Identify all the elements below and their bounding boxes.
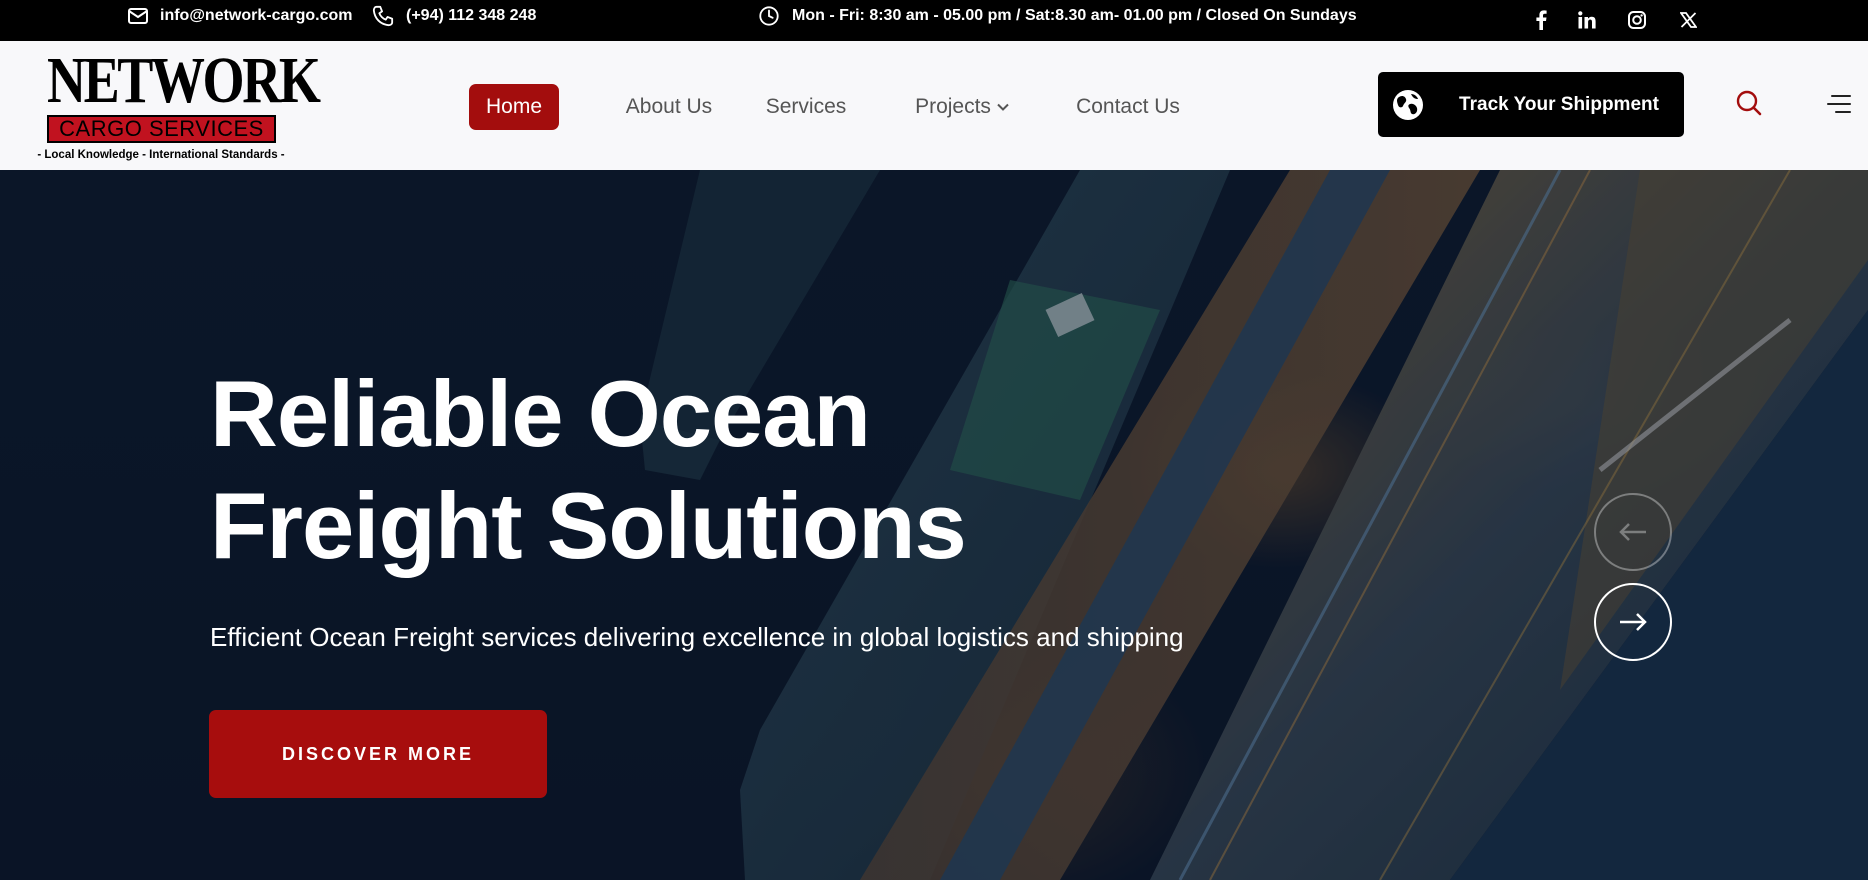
arrow-left-icon (1619, 523, 1646, 541)
topbar-hours-text: Mon - Fri: 8:30 am - 05.00 pm / Sat:8.30… (792, 7, 1357, 24)
topbar-email-text: info@network-cargo.com (160, 7, 353, 24)
nav-projects[interactable]: Projects (907, 84, 1017, 130)
hero-title-line2: Freight Solutions (210, 473, 967, 578)
search-icon[interactable] (1735, 89, 1763, 117)
nav-contact[interactable]: Contact Us (1068, 84, 1188, 130)
top-bar: info@network-cargo.com (+94) 112 348 248… (0, 0, 1868, 41)
chevron-down-icon (997, 103, 1009, 111)
slider-next-button[interactable] (1594, 583, 1672, 661)
track-shipment-label: Track Your Shippment (1459, 93, 1659, 115)
nav-services[interactable]: Services (758, 84, 854, 130)
site-logo[interactable]: NETWORK CARGO SERVICES - Local Knowledge… (26, 44, 321, 165)
nav-home[interactable]: Home (469, 84, 559, 130)
linkedin-link[interactable] (1574, 8, 1600, 32)
hero-subtitle: Efficient Ocean Freight services deliver… (210, 622, 1184, 652)
hero-slider: Reliable Ocean Freight Solutions Efficie… (0, 170, 1868, 880)
site-header: NETWORK CARGO SERVICES - Local Knowledge… (0, 41, 1868, 170)
menu-icon[interactable] (1826, 94, 1852, 114)
x-icon (1679, 12, 1697, 28)
topbar-phone[interactable]: (+94) 112 348 248 (372, 0, 536, 32)
hero-title: Reliable Ocean Freight Solutions (210, 358, 1110, 582)
nav-about[interactable]: About Us (604, 84, 734, 130)
logo-tagline: - Local Knowledge - International Standa… (37, 149, 285, 161)
linkedin-icon (1578, 11, 1596, 29)
facebook-icon (1536, 10, 1547, 30)
slider-prev-button[interactable] (1594, 493, 1672, 571)
mail-icon (128, 8, 148, 24)
topbar-hours: Mon - Fri: 8:30 am - 05.00 pm / Sat:8.30… (758, 0, 1357, 32)
nav-projects-label: Projects (915, 95, 991, 118)
facebook-link[interactable] (1528, 8, 1554, 32)
topbar-email[interactable]: info@network-cargo.com (128, 0, 353, 32)
logo-title: NETWORK (47, 44, 321, 117)
x-link[interactable] (1675, 8, 1701, 32)
track-shipment-button[interactable]: Track Your Shippment (1378, 72, 1684, 137)
topbar-phone-text: (+94) 112 348 248 (406, 7, 537, 24)
instagram-link[interactable] (1624, 8, 1650, 32)
arrow-right-icon (1620, 613, 1647, 631)
discover-more-button[interactable]: DISCOVER MORE (209, 710, 547, 798)
logo-subtitle: CARGO SERVICES (47, 115, 276, 143)
phone-icon (372, 5, 394, 27)
globe-icon (1393, 90, 1423, 120)
clock-icon (759, 6, 779, 26)
hero-title-line1: Reliable Ocean (210, 361, 871, 466)
instagram-icon (1628, 11, 1646, 29)
